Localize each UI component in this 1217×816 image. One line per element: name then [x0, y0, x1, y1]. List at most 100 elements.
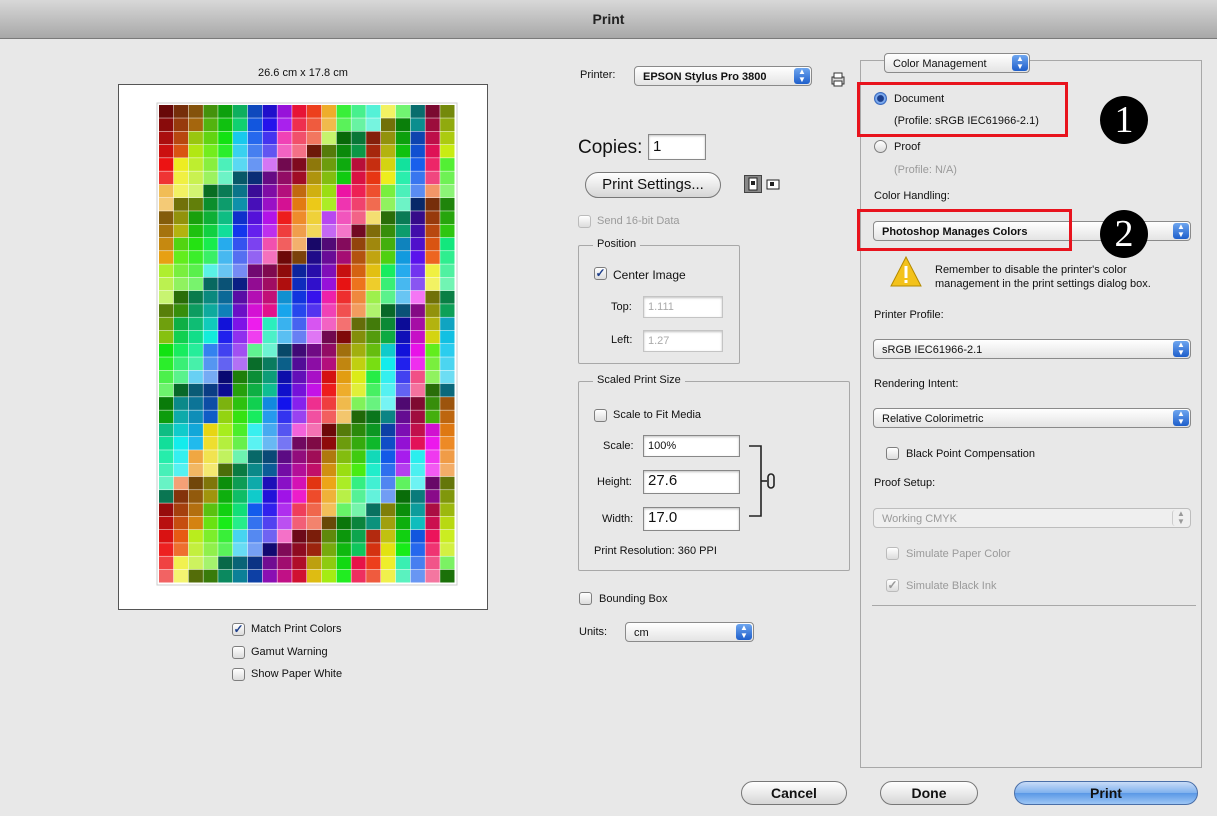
section-popup[interactable]: Color Management ▲ ▼	[884, 53, 1030, 73]
print-button[interactable]: Print	[1014, 781, 1198, 805]
simulate-paper-color-checkbox[interactable]	[886, 547, 899, 560]
bounding-box-checkbox[interactable]	[579, 592, 592, 605]
copies-label: Copies:	[578, 137, 643, 158]
constrain-proportions-link-icon[interactable]	[745, 440, 785, 522]
swatch-cell	[425, 543, 440, 556]
center-image-checkbox[interactable]: ✓	[594, 267, 607, 280]
swatch-cell	[307, 490, 322, 503]
swatch-cell	[262, 290, 277, 304]
swatch-cell	[292, 264, 307, 278]
swatch-cell	[336, 463, 351, 477]
swatch-cell	[247, 197, 263, 211]
swatch-cell	[425, 184, 440, 198]
swatch-cell	[351, 436, 366, 450]
swatch-cell	[247, 490, 263, 503]
printer-popup[interactable]: EPSON Stylus Pro 3800 ▲ ▼	[634, 66, 812, 86]
swatch-cell	[425, 397, 440, 410]
swatch-cell	[321, 569, 337, 583]
swatch-cell	[410, 277, 425, 291]
swatch-cell	[233, 144, 248, 158]
swatch-cell	[410, 330, 425, 344]
scale-input[interactable]: 100%	[643, 435, 740, 457]
swatch-cell	[277, 224, 292, 238]
width-input[interactable]: 17.0	[643, 507, 740, 531]
swatch-cell	[218, 237, 233, 251]
center-image-label: Center Image	[613, 268, 686, 282]
send-16bit-checkbox[interactable]	[578, 215, 591, 228]
scale-to-fit-checkbox[interactable]	[594, 409, 607, 422]
swatch-cell	[425, 450, 440, 463]
printer-setup-icon[interactable]	[829, 70, 847, 88]
swatch-cell	[173, 397, 189, 410]
swatch-cell	[395, 344, 411, 357]
swatch-cell	[218, 397, 233, 410]
swatch-cell	[173, 251, 189, 264]
swatch-cell	[233, 304, 248, 317]
swatch-cell	[262, 158, 277, 171]
swatch-cell	[410, 529, 425, 543]
swatch-cell	[307, 197, 322, 211]
highlight-box-color-handling	[857, 209, 1072, 251]
swatch-cell	[351, 184, 366, 198]
swatch-cell	[188, 171, 203, 185]
popup-arrows-icon: ▲ ▼	[794, 68, 810, 84]
swatch-cell	[173, 543, 189, 556]
swatch-cell	[159, 370, 174, 384]
swatch-cell	[173, 423, 189, 437]
swatch-cell	[351, 317, 366, 331]
swatch-cell	[366, 277, 381, 291]
show-paper-white-checkbox[interactable]	[232, 668, 245, 681]
swatch-cell	[351, 237, 366, 251]
copies-input[interactable]: 1	[648, 134, 706, 160]
swatch-cell	[159, 556, 174, 570]
top-input[interactable]: 1.111	[643, 296, 723, 318]
swatch-cell	[292, 370, 307, 384]
proof-radio[interactable]	[874, 140, 887, 153]
swatch-cell	[410, 357, 425, 371]
swatch-cell	[366, 224, 381, 238]
swatch-cell	[425, 529, 440, 543]
match-print-colors-checkbox[interactable]: ✓	[232, 623, 245, 636]
swatch-cell	[440, 317, 455, 331]
swatch-cell	[292, 569, 307, 583]
swatch-cell	[203, 184, 218, 198]
swatch-cell	[395, 529, 411, 543]
swatch-cell	[233, 184, 248, 198]
swatch-cell	[366, 410, 381, 424]
simulate-black-ink-checkbox[interactable]: ✓	[886, 579, 899, 592]
landscape-orientation-icon[interactable]	[764, 175, 782, 193]
swatch-cell	[247, 237, 263, 251]
print-resolution-text: Print Resolution: 360 PPI	[594, 545, 717, 557]
swatch-cell	[188, 516, 203, 530]
swatch-cell	[173, 197, 189, 211]
swatch-cell	[159, 344, 174, 357]
width-label: Width:	[602, 513, 634, 525]
cancel-button[interactable]: Cancel	[741, 781, 847, 805]
swatch-cell	[247, 171, 263, 185]
proof-setup-popup[interactable]: Working CMYK ▲ ▼	[873, 508, 1191, 528]
printer-profile-popup[interactable]: sRGB IEC61966-2.1 ▲ ▼	[873, 339, 1191, 359]
divider	[872, 605, 1196, 606]
swatch-cell	[336, 144, 351, 158]
swatch-cell	[381, 370, 396, 384]
swatch-cell	[218, 224, 233, 238]
swatch-cell	[292, 330, 307, 344]
swatch-cell	[233, 383, 248, 397]
swatch-cell	[159, 211, 174, 224]
portrait-orientation-icon[interactable]	[744, 175, 762, 193]
gamut-warning-checkbox[interactable]	[232, 646, 245, 659]
print-settings-button[interactable]: Print Settings...	[585, 172, 721, 198]
left-input[interactable]: 1.27	[643, 330, 723, 352]
swatch-cell	[336, 357, 351, 371]
rendering-intent-popup[interactable]: Relative Colorimetric ▲ ▼	[873, 408, 1191, 428]
swatch-cell	[440, 383, 455, 397]
swatch-cell	[440, 476, 455, 490]
swatch-cell	[173, 436, 189, 450]
black-point-compensation-checkbox[interactable]	[886, 447, 899, 460]
swatch-cell	[173, 144, 189, 158]
done-button[interactable]: Done	[880, 781, 978, 805]
units-popup[interactable]: cm ▲ ▼	[625, 622, 754, 642]
swatch-cell	[351, 397, 366, 410]
swatch-cell	[203, 277, 218, 291]
height-input[interactable]: 27.6	[643, 470, 740, 494]
